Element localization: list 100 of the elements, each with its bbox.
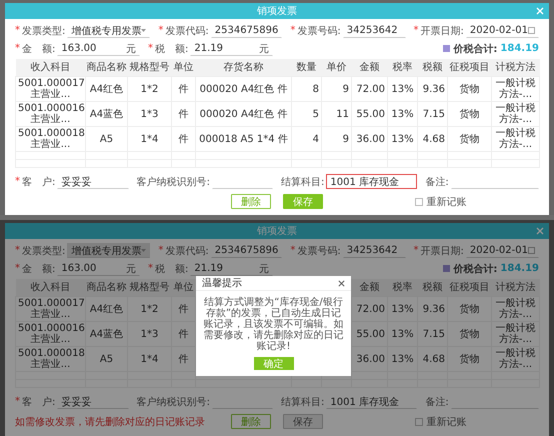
table-cell: 11: [322, 102, 352, 126]
input-field[interactable]: 163.00 元: [57, 261, 140, 276]
input-field[interactable]: 1001 库存现金: [326, 174, 418, 189]
field-label: 金 额:: [22, 42, 56, 56]
table-cell: 9.36: [418, 76, 448, 102]
column-header: 征税项目: [448, 59, 492, 76]
table-cell: A4蓝色: [86, 102, 128, 126]
table-cell: 13%: [388, 126, 418, 152]
column-header: 计税方法: [492, 279, 540, 296]
required-mark: *: [15, 43, 20, 54]
table-cell: 36.00: [352, 126, 388, 152]
window-title: 销项发票: [257, 5, 297, 18]
table-cell: 1*3: [128, 322, 172, 346]
column-header: 单位: [172, 279, 196, 296]
checkbox-label: 重新记账: [426, 416, 466, 428]
input-field[interactable]: 妥妥妥: [57, 174, 129, 189]
required-mark: *: [414, 245, 418, 256]
table-cell: 000020 A4红色 件: [196, 76, 292, 102]
table-cell: 8: [292, 76, 322, 102]
column-header: 收入科目: [16, 279, 86, 296]
column-header: 存货名称: [196, 59, 292, 76]
dialog-title: 温馨提示: [202, 276, 242, 290]
field-label: 税 额:: [155, 42, 188, 56]
table-cell: 7.15: [418, 102, 448, 126]
checkbox-label: 重新记账: [426, 196, 466, 208]
field-label: 发票号码:: [297, 24, 341, 38]
field-label: 开票日期:: [420, 244, 464, 258]
dialog-message: 结算方式调整为“库存现金/银行存款”的发票，已自动生成日记账记录，且该发票不可编辑。如需要修改，请先删除对应的日记账记录!: [202, 297, 344, 352]
caret-icon: [141, 249, 146, 252]
checkbox[interactable]: [415, 198, 424, 206]
field-label: 金 额:: [22, 262, 56, 276]
table-cell: 件: [172, 76, 196, 102]
field-label: 结算科目:: [281, 396, 324, 408]
column-header: 单价: [322, 59, 352, 76]
table-cell: A4蓝色: [86, 322, 128, 346]
total-value: 184.19: [500, 43, 539, 54]
select-field[interactable]: 增值税专用发票: [67, 23, 150, 38]
table-cell: 一般计税方法-...: [492, 102, 540, 126]
column-header: 税率: [388, 279, 418, 296]
column-header: 税额: [418, 59, 448, 76]
table-cell: 9: [322, 76, 352, 102]
column-header: 商品名称: [86, 279, 128, 296]
table-cell: 1*3: [128, 102, 172, 126]
table-cell: 货物: [448, 296, 492, 322]
table-cell: 5001.000016 主营业...: [16, 102, 86, 126]
required-mark: *: [290, 245, 296, 256]
total-value: 184.19: [500, 263, 539, 274]
table-cell: 件: [172, 102, 196, 126]
input-field[interactable]: 1001 库存现金: [326, 394, 418, 409]
table-cell: 1*2: [128, 296, 172, 322]
required-mark: *: [158, 245, 164, 256]
field-label: 结算科目:: [281, 176, 324, 188]
table-cell: 13%: [388, 296, 418, 322]
input-field[interactable]: 34253642: [342, 243, 406, 258]
field-label: 发票代码:: [165, 24, 209, 38]
field-label: 开票日期:: [420, 24, 464, 38]
close-icon[interactable]: [338, 280, 345, 286]
field-label: 发票号码:: [297, 244, 341, 258]
required-mark: *: [15, 176, 20, 187]
table-cell: 一般计税方法-...: [492, 322, 540, 346]
input-field[interactable]: 21.19 元: [190, 41, 273, 56]
input-field[interactable]: 2534675896: [210, 243, 282, 258]
column-header: 税额: [418, 279, 448, 296]
column-header: 规格型号: [128, 59, 172, 76]
field-label: 发票代码:: [165, 244, 209, 258]
required-mark: *: [15, 25, 20, 36]
table-cell: 5001.000018 主营业...: [16, 126, 86, 152]
table-cell: 货物: [448, 346, 492, 372]
field-label: 发票类型:: [22, 24, 66, 38]
column-header: 数量: [292, 59, 322, 76]
table-cell: 4.68: [418, 126, 448, 152]
column-header: 金额: [352, 279, 388, 296]
required-mark: *: [15, 245, 20, 256]
column-header: 征税项目: [448, 279, 492, 296]
required-mark: *: [15, 263, 20, 274]
table-cell: 4: [292, 126, 322, 152]
checkbox[interactable]: [415, 418, 424, 426]
date-field[interactable]: 2020-02-01: [466, 23, 539, 38]
input-field[interactable]: 163.00 元: [57, 41, 140, 56]
table-cell: A4红色: [86, 296, 128, 322]
table-cell: A5: [86, 346, 128, 372]
date-field[interactable]: 2020-02-01: [466, 243, 539, 258]
table-cell: 5001.000017 主营业...: [16, 76, 86, 102]
input-field[interactable]: 34253642: [342, 23, 406, 38]
window-title: 销项发票: [257, 225, 297, 238]
field-label: 客 户:: [22, 176, 56, 188]
field-label: 客户纳税识别号:: [136, 176, 210, 188]
table-cell: 5: [292, 102, 322, 126]
column-header: 收入科目: [16, 59, 86, 76]
caret-icon: [141, 29, 146, 32]
table-cell: 000018 A5 1*4 件: [196, 126, 292, 152]
input-field[interactable]: 2534675896: [210, 23, 282, 38]
field-label: 发票类型:: [22, 244, 66, 258]
input-field[interactable]: 妥妥妥: [57, 394, 129, 409]
column-header: 商品名称: [86, 59, 128, 76]
table-cell: 5001.000017 主营业...: [16, 296, 86, 322]
required-mark: *: [414, 25, 418, 36]
required-mark: *: [158, 25, 164, 36]
field-label: 备注:: [425, 176, 449, 188]
table-cell: A4红色: [86, 76, 128, 102]
